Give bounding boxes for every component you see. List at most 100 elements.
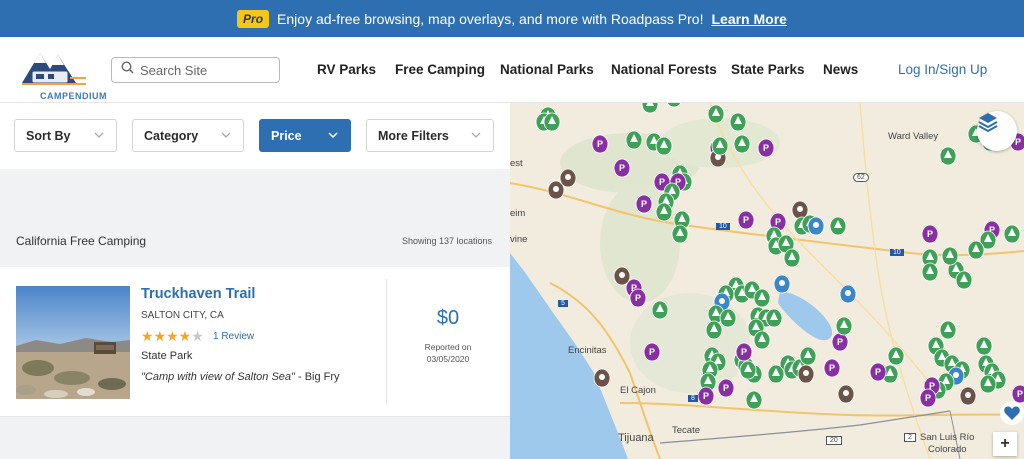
campground-marker[interactable] — [651, 300, 669, 320]
parking-marker[interactable]: P — [919, 388, 937, 408]
zoom-in-button[interactable]: + — [993, 432, 1017, 456]
sort-by-dropdown[interactable]: Sort By — [14, 119, 117, 152]
campground-marker[interactable] — [729, 112, 747, 132]
svg-text:P: P — [659, 177, 665, 187]
parking-marker[interactable]: P — [831, 332, 849, 352]
campground-marker[interactable] — [671, 224, 689, 244]
campground-marker[interactable] — [707, 104, 725, 124]
search-input[interactable] — [140, 62, 270, 78]
nav-state-parks[interactable]: State Parks — [731, 62, 805, 77]
parking-marker[interactable]: P — [697, 386, 715, 406]
camp-marker[interactable] — [959, 386, 977, 406]
label-vine: vine — [510, 234, 528, 245]
camp-marker[interactable] — [797, 364, 815, 384]
campground-marker[interactable] — [655, 136, 673, 156]
parking-marker[interactable]: P — [717, 378, 735, 398]
campground-marker[interactable] — [711, 136, 729, 156]
nav-free-camping[interactable]: Free Camping — [395, 62, 485, 77]
more-filters-label: More Filters — [378, 128, 449, 143]
campground-marker[interactable] — [941, 246, 959, 266]
svg-text:P: P — [641, 199, 647, 209]
learn-more-link[interactable]: Learn More — [711, 11, 786, 27]
camp-marker[interactable] — [547, 180, 565, 200]
campground-marker[interactable] — [955, 270, 973, 290]
category-dropdown[interactable]: Category — [132, 119, 244, 152]
campground-marker[interactable] — [829, 216, 847, 236]
svg-text:P: P — [743, 215, 749, 225]
results-panel: Sort By Category Price More Filters Cali… — [0, 103, 510, 459]
site-header: CAMPENDIUM RV Parks Free Camping Nationa… — [0, 37, 1024, 103]
label-el-cajon: El Cajon — [620, 385, 656, 396]
campground-marker[interactable] — [733, 134, 751, 154]
campground-marker[interactable] — [655, 202, 673, 222]
more-filters-dropdown[interactable]: More Filters — [366, 119, 494, 152]
campground-marker[interactable] — [939, 320, 957, 340]
layers-button[interactable] — [977, 111, 1017, 151]
favorites-heart-icon[interactable] — [1000, 401, 1024, 425]
campground-marker[interactable] — [967, 240, 985, 260]
parking-marker[interactable]: P — [591, 134, 609, 154]
parking-marker[interactable]: P — [629, 288, 647, 308]
campground-marker[interactable] — [1003, 224, 1021, 244]
parking-marker[interactable]: P — [735, 342, 753, 362]
campground-marker[interactable] — [739, 360, 757, 380]
search-box[interactable] — [111, 57, 280, 83]
results-title: California Free Camping — [16, 234, 147, 248]
results-count: Showing 137 locations — [401, 236, 492, 246]
campground-marker[interactable] — [799, 346, 817, 366]
listing-photo[interactable] — [16, 286, 130, 399]
campground-marker[interactable] — [719, 308, 737, 328]
campground-marker[interactable] — [745, 390, 763, 410]
parking-marker[interactable]: P — [757, 138, 775, 158]
rv-marker[interactable] — [773, 274, 791, 294]
parking-marker[interactable]: P — [643, 342, 661, 362]
login-signup-link[interactable]: Log In/Sign Up — [898, 62, 987, 77]
campground-marker[interactable] — [783, 248, 801, 268]
parking-marker[interactable]: P — [823, 358, 841, 378]
parking-marker[interactable]: P — [613, 158, 631, 178]
campground-marker[interactable] — [625, 130, 643, 150]
campground-marker[interactable] — [753, 288, 771, 308]
hwy-2-shield: 2 — [904, 433, 916, 442]
rv-marker[interactable] — [839, 284, 857, 304]
campground-marker[interactable] — [765, 308, 783, 328]
label-colorado: Colorado — [928, 444, 967, 455]
nav-national-parks[interactable]: National Parks — [500, 62, 594, 77]
label-est: est — [510, 158, 523, 169]
parking-marker[interactable]: P — [921, 224, 939, 244]
nav-news[interactable]: News — [823, 62, 858, 77]
nav-rv-parks[interactable]: RV Parks — [317, 62, 376, 77]
campground-marker[interactable] — [767, 364, 785, 384]
review-count-link[interactable]: 1 Review — [213, 331, 254, 342]
parking-marker[interactable]: P — [869, 362, 887, 382]
campground-marker[interactable] — [939, 146, 957, 166]
campground-marker[interactable] — [979, 374, 997, 394]
svg-text:P: P — [723, 383, 729, 393]
hwy-5-shield: 5 — [558, 300, 568, 307]
svg-text:P: P — [619, 163, 625, 173]
parking-marker[interactable]: P — [737, 210, 755, 230]
quote-author: - Big Fry — [294, 371, 340, 383]
price-dropdown[interactable]: Price — [259, 119, 351, 152]
camp-marker[interactable] — [837, 384, 855, 404]
promo-banner: Pro Enjoy ad-free browsing, map overlays… — [0, 0, 1024, 37]
parking-marker[interactable]: P — [635, 194, 653, 214]
map-view[interactable]: PPPPPPPPPPPPPPPPPPPPPPPP Ward Valley Enc… — [510, 103, 1024, 459]
map-canvas[interactable]: PPPPPPPPPPPPPPPPPPPPPPPP — [510, 103, 1024, 459]
campground-marker[interactable] — [887, 346, 905, 366]
campground-marker[interactable] — [753, 330, 771, 350]
campground-marker[interactable] — [543, 112, 561, 132]
campground-marker[interactable] — [921, 262, 939, 282]
rv-marker[interactable] — [807, 216, 825, 236]
listing-title[interactable]: Truckhaven Trail — [141, 286, 255, 302]
reported-date: Reported on 03/05/2020 — [386, 341, 510, 365]
label-san-luis-rio: San Luis Río — [920, 432, 975, 443]
campground-marker[interactable] — [705, 320, 723, 340]
camp-marker[interactable] — [593, 368, 611, 388]
campground-marker[interactable] — [835, 316, 853, 336]
listing-card[interactable]: Truckhaven Trail SALTON CITY, CA ★★★★★ 1… — [0, 267, 510, 417]
campground-marker[interactable] — [975, 336, 993, 356]
label-tecate: Tecate — [672, 425, 700, 436]
nav-national-forests[interactable]: National Forests — [611, 62, 717, 77]
campendium-logo[interactable]: CAMPENDIUM — [18, 47, 107, 101]
